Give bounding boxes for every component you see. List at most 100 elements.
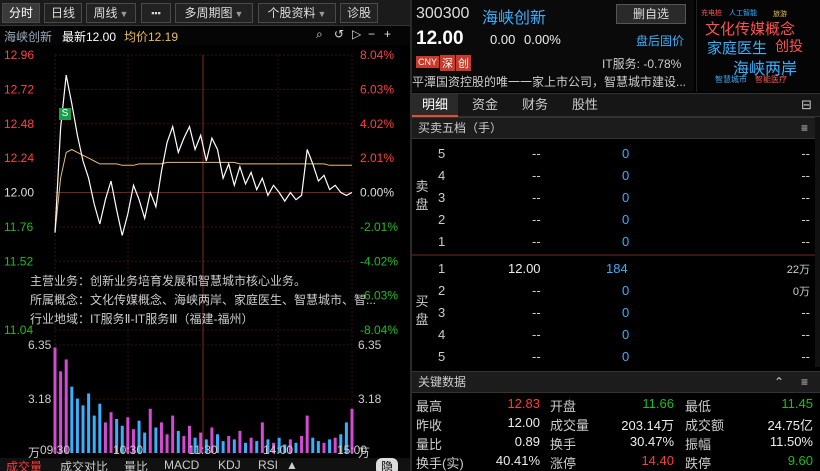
- keydata-label: 开盘: [550, 399, 577, 414]
- sell-level[interactable]: 4 -- 0 --: [432, 165, 820, 187]
- concept-word[interactable]: 人工智能: [729, 8, 757, 18]
- chevron-down-icon: ▼: [234, 9, 244, 19]
- detail-tabs: 明细 资金 财务 股性 ⊟: [412, 93, 820, 117]
- volume-bar: [70, 386, 74, 453]
- buy-level[interactable]: 2 -- 0 0万: [432, 280, 820, 302]
- sell-side-label: 卖盘: [415, 179, 429, 212]
- keydata-cell: 量比 0.89: [416, 434, 540, 453]
- pct-tick-label: 8.04%: [360, 48, 394, 62]
- keydata-cell: 换手(实) 40.41%: [416, 453, 540, 471]
- concept-word-cloud[interactable]: 文化传媒概念 家庭医生 创投 海峡两岸 智慧城市 智能医疗 充电桩 人工智能 旅…: [696, 0, 820, 92]
- multi-period-dropdown[interactable]: 多周期图 ▼: [175, 3, 253, 23]
- chart-stock-name: 海峡创新: [4, 30, 53, 44]
- search-icon[interactable]: ⌕: [316, 27, 323, 42]
- orderbook-title: 买卖五档（手）: [418, 121, 503, 135]
- more-indicators-icon[interactable]: ▲: [286, 458, 298, 471]
- ind-tab-kdj[interactable]: KDJ: [218, 458, 241, 471]
- buy-level[interactable]: 1 12.00 184 22万: [432, 258, 820, 280]
- exchange-badge: 深: [440, 55, 455, 71]
- tab-fenshi[interactable]: 分时: [2, 3, 40, 23]
- level-num: 5: [438, 146, 446, 161]
- keydata-cell: 最低 11.45: [685, 396, 813, 415]
- tab-detail[interactable]: 明细: [412, 94, 458, 117]
- level-amount: --: [801, 146, 810, 161]
- menu-icon[interactable]: ≡: [801, 118, 808, 139]
- keydata-label: 跌停: [685, 456, 712, 471]
- sell-level[interactable]: 3 -- 0 --: [432, 187, 820, 209]
- sell-level[interactable]: 2 -- 0 --: [432, 209, 820, 231]
- rotate-icon[interactable]: ↺: [334, 27, 344, 41]
- keydata-label: 成交额: [685, 418, 725, 433]
- industry-change[interactable]: IT服务: -0.78%: [602, 55, 681, 72]
- concept-word[interactable]: 智慧城市: [715, 74, 747, 85]
- price-change-pct: 0.00%: [524, 32, 561, 47]
- period-toolbar: 分时 日线 周线 ▼ ▪▪▪ 多周期图 ▼ 个股资料 ▼ 诊股: [0, 0, 410, 26]
- ind-tab-volratio[interactable]: 量比: [124, 458, 148, 471]
- tab-character[interactable]: 股性: [562, 94, 608, 117]
- level-amount: --: [801, 327, 810, 342]
- diagnose-button[interactable]: 诊股: [340, 3, 378, 23]
- vol-tick-label: 6.35: [358, 338, 382, 352]
- menu-icon[interactable]: ≡: [801, 372, 808, 393]
- volume-bar: [238, 430, 242, 453]
- pct-tick-label: 6.03%: [360, 82, 394, 96]
- buy-level[interactable]: 5 -- 0 --: [432, 346, 820, 368]
- keydata-label: 换手(实): [416, 456, 464, 471]
- chart-header: 海峡创新 最新12.00 均价12.19 ⌕ ↺ ▷ − +: [0, 26, 410, 45]
- level-volume: 0: [622, 349, 630, 364]
- level-price: --: [532, 349, 541, 364]
- sell-level[interactable]: 1 -- 0 --: [432, 231, 820, 253]
- concept-word[interactable]: 智能医疗: [755, 74, 787, 85]
- tab-finance[interactable]: 财务: [512, 94, 558, 117]
- minus-icon[interactable]: −: [368, 27, 375, 41]
- level-volume: 0: [622, 212, 630, 227]
- level-num: 2: [438, 283, 446, 298]
- tab-funds[interactable]: 资金: [462, 94, 508, 117]
- keydata-cell: 开盘 11.66: [550, 396, 674, 415]
- keydata-value: 12.83: [507, 396, 540, 411]
- add-icon[interactable]: +: [384, 27, 391, 41]
- volume-bar: [148, 408, 152, 453]
- tab-zhouxian[interactable]: 周线 ▼: [86, 3, 136, 23]
- sell-level[interactable]: 5 -- 0 --: [432, 143, 820, 165]
- price-tick-label: 12.96: [4, 48, 34, 62]
- after-hours-link[interactable]: 盘后固价: [636, 32, 684, 49]
- level-price: --: [532, 234, 541, 249]
- info-line-concepts: 所属概念：文化传媒概念、海峡两岸、家庭医生、智慧城市、智...: [30, 293, 377, 307]
- keydata-value: 14.40: [641, 453, 674, 468]
- volume-bar: [249, 437, 253, 453]
- multi-period-label: 多周期图: [184, 6, 233, 20]
- pct-tick-label: -4.02%: [360, 254, 398, 268]
- pct-tick-label: 0.00%: [360, 186, 394, 200]
- level-volume: 184: [606, 261, 628, 276]
- concept-word[interactable]: 充电桩: [701, 8, 722, 18]
- level-volume: 0: [622, 327, 630, 342]
- sell-marker[interactable]: S: [59, 108, 71, 120]
- volume-bar: [159, 422, 163, 453]
- ind-tab-compare[interactable]: 成交对比: [60, 458, 108, 471]
- concept-word[interactable]: 旅游: [773, 9, 787, 19]
- indicator-tabs: 成交量 成交对比 量比 MACD KDJ RSI ▲ 隐: [0, 458, 410, 471]
- triangle-icon[interactable]: ▷: [352, 27, 361, 41]
- keydata-value: 30.47%: [629, 434, 674, 449]
- collapse-icon[interactable]: ⌃: [774, 372, 784, 393]
- hide-button[interactable]: 隐: [376, 458, 399, 471]
- buy-level[interactable]: 3 -- 0 --: [432, 302, 820, 324]
- level-amount: --: [801, 168, 810, 183]
- ind-tab-macd[interactable]: MACD: [164, 458, 199, 471]
- split-view-icon[interactable]: ⊟: [801, 97, 812, 113]
- time-tick-label: 10:30: [113, 443, 143, 457]
- time-tick-label: 11:30: [188, 443, 217, 457]
- ind-tab-volume[interactable]: 成交量: [6, 458, 42, 471]
- remove-watchlist-button[interactable]: 删自选: [616, 4, 686, 24]
- tab-rixian[interactable]: 日线: [44, 3, 82, 23]
- more-button[interactable]: ▪▪▪: [141, 3, 171, 23]
- scrollbar[interactable]: [815, 117, 820, 367]
- stock-description[interactable]: 平潭国资控股的唯一一家上市公司，智慧城市建设...: [412, 73, 694, 90]
- ind-tab-rsi[interactable]: RSI: [258, 458, 278, 471]
- level-num: 5: [438, 349, 446, 364]
- stock-info-dropdown[interactable]: 个股资料 ▼: [258, 3, 336, 23]
- volume-bar: [294, 442, 298, 453]
- buy-level[interactable]: 4 -- 0 --: [432, 324, 820, 346]
- concept-word[interactable]: 创投: [775, 36, 803, 56]
